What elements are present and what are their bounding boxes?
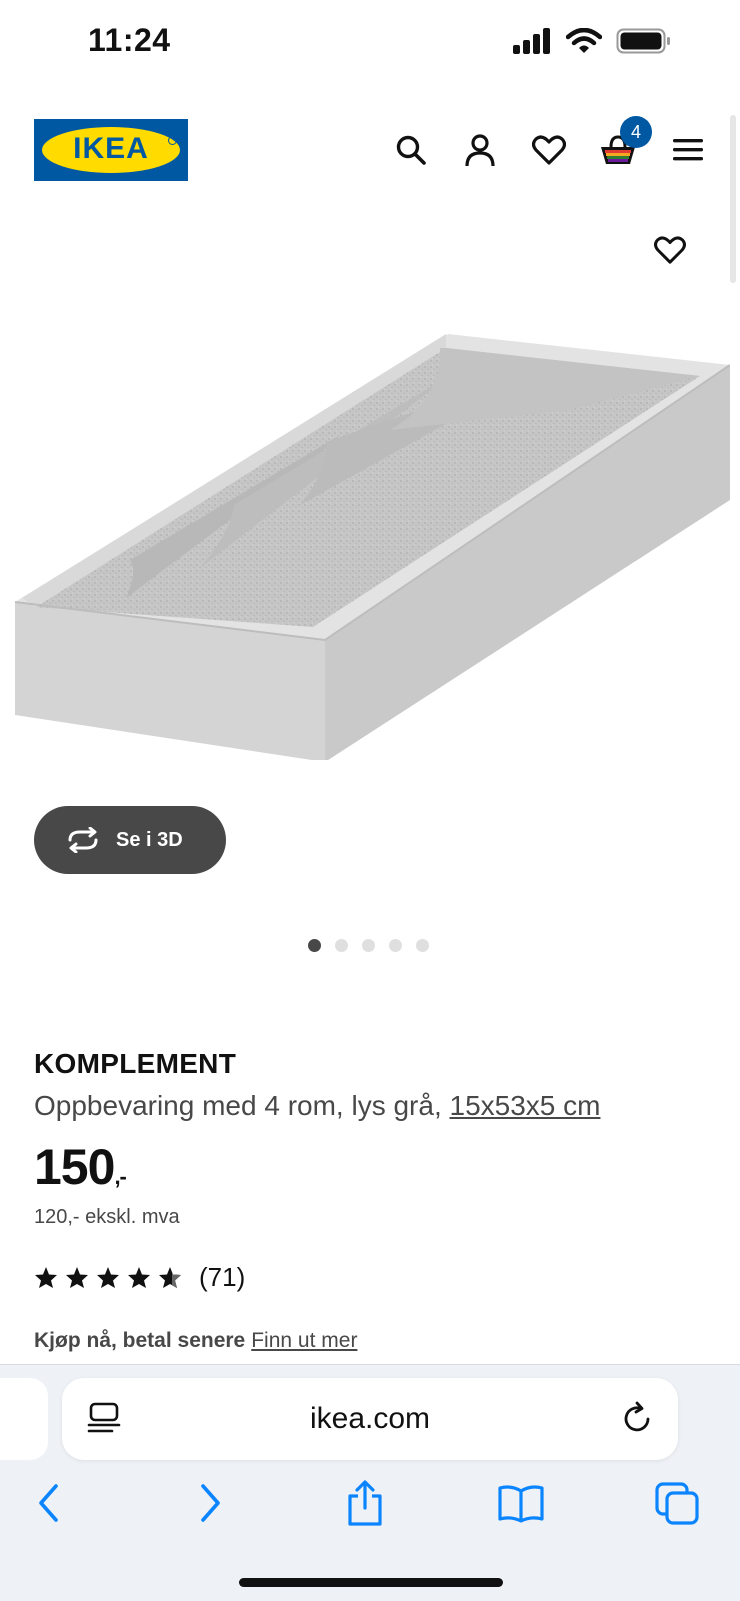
- bnpl-text: Kjøp nå, betal senere: [34, 1329, 246, 1352]
- carousel-dot[interactable]: [416, 939, 429, 952]
- cart-count-badge: 4: [620, 116, 652, 148]
- rating-count: (71): [199, 1262, 246, 1292]
- bookmarks-button[interactable]: [496, 1478, 546, 1528]
- wishlist-button[interactable]: [529, 130, 569, 170]
- hamburger-menu-icon: [673, 139, 703, 161]
- view-in-3d-label: Se i 3D: [116, 828, 183, 851]
- forward-button[interactable]: [185, 1478, 235, 1528]
- product-image[interactable]: [10, 330, 730, 760]
- view-in-3d-button[interactable]: Se i 3D: [34, 806, 226, 874]
- account-button[interactable]: [460, 130, 500, 170]
- star-icon: [128, 1267, 150, 1288]
- carousel-dot[interactable]: [308, 939, 321, 952]
- previous-tab-preview[interactable]: [0, 1378, 48, 1460]
- signal-icon: [513, 28, 550, 54]
- product-description: Oppbevaring med 4 rom, lys grå, 15x53x5 …: [34, 1090, 600, 1122]
- scroll-indicator[interactable]: [730, 115, 736, 283]
- profile-icon: [465, 134, 495, 167]
- carousel-dot[interactable]: [389, 939, 402, 952]
- heart-icon: [532, 135, 566, 165]
- price-excl-vat: 120,- ekskl. mva: [34, 1206, 180, 1228]
- book-icon: [498, 1485, 544, 1523]
- search-button[interactable]: [391, 130, 431, 170]
- heart-icon: [654, 236, 686, 264]
- back-button[interactable]: [24, 1478, 74, 1528]
- product-size-link[interactable]: 15x53x5 cm: [450, 1090, 601, 1121]
- bnpl-learn-more-link[interactable]: Finn ut mer: [251, 1329, 357, 1352]
- wifi-icon: [566, 28, 602, 53]
- carousel-dots: [308, 939, 429, 952]
- product-description-text: Oppbevaring med 4 rom, lys grå,: [34, 1090, 450, 1121]
- product-rating[interactable]: (71): [34, 1262, 245, 1293]
- share-button[interactable]: [340, 1478, 390, 1528]
- carousel-dot[interactable]: [362, 939, 375, 952]
- star-icon: [97, 1267, 119, 1288]
- half-star-icon: [159, 1267, 181, 1288]
- carousel-dot[interactable]: [335, 939, 348, 952]
- logo-text: IKEA: [73, 132, 149, 165]
- tabs-icon: [655, 1482, 699, 1525]
- rotate-3d-icon: [68, 827, 98, 853]
- product-price: 150,-: [34, 1138, 127, 1196]
- registered-mark: [168, 136, 177, 145]
- product-name: KOMPLEMENT: [34, 1048, 237, 1079]
- price-suffix: ,-: [114, 1164, 126, 1189]
- status-time: 11:24: [88, 22, 171, 58]
- share-icon: [348, 1480, 382, 1526]
- add-to-favourites-button[interactable]: [650, 230, 690, 270]
- price-value: 150: [34, 1139, 115, 1195]
- battery-icon: [616, 28, 670, 54]
- reload-icon[interactable]: [620, 1400, 656, 1438]
- star-icon: [66, 1267, 88, 1288]
- tabs-button[interactable]: [652, 1478, 702, 1528]
- search-icon: [396, 135, 426, 165]
- chevron-left-icon: [39, 1484, 58, 1522]
- home-indicator[interactable]: [239, 1578, 503, 1587]
- url-text: ikea.com: [309, 1402, 431, 1435]
- chevron-right-icon: [201, 1484, 220, 1522]
- status-icons: [512, 28, 672, 54]
- menu-button[interactable]: [668, 130, 708, 170]
- buy-now-pay-later: Kjøp nå, betal senere Finn ut mer: [34, 1329, 357, 1353]
- address-bar[interactable]: ikea.com: [62, 1378, 678, 1460]
- star-icon: [35, 1267, 57, 1288]
- ikea-logo[interactable]: IKEA: [34, 119, 188, 181]
